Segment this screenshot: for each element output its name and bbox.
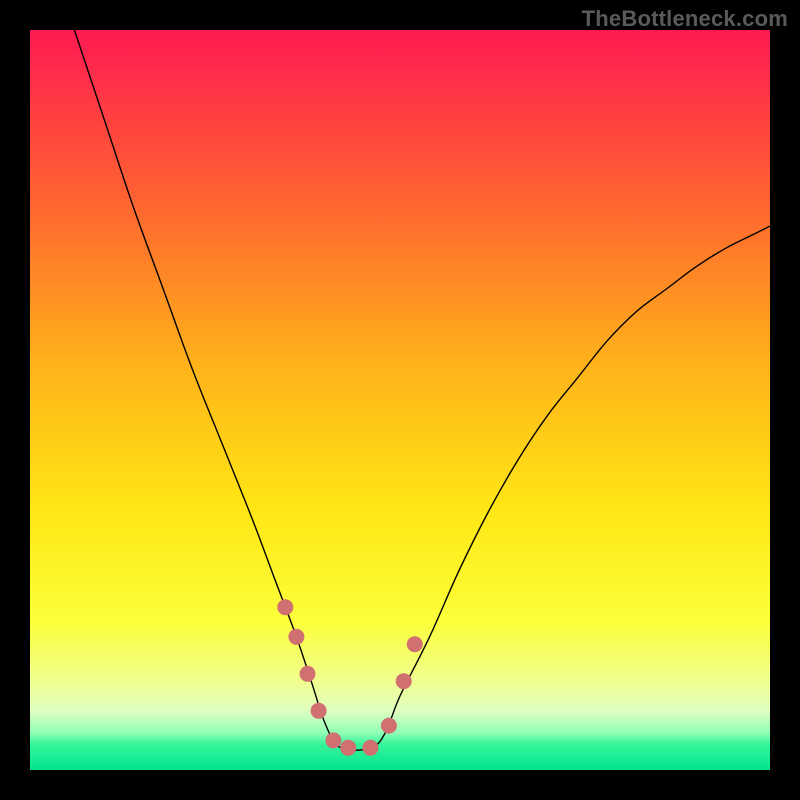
marker-point [300,666,316,682]
marker-point [325,732,341,748]
marker-point [311,703,327,719]
plot-area [30,30,770,770]
marker-point [362,740,378,756]
watermark: TheBottleneck.com [582,6,788,32]
marker-point [381,718,397,734]
marker-point [277,599,293,615]
marker-point [396,673,412,689]
plot-background [30,30,770,770]
chart-container: { "watermark": "TheBottleneck.com", "cha… [0,0,800,800]
marker-point [340,740,356,756]
marker-point [288,629,304,645]
marker-point [407,636,423,652]
